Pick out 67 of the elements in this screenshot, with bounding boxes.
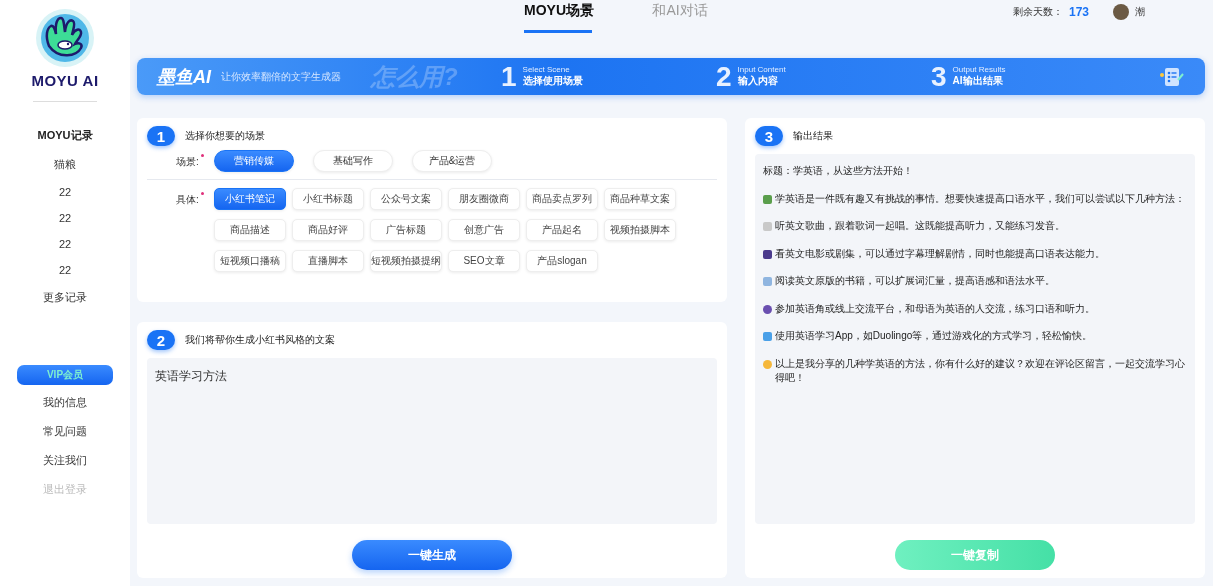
field-label: 具体:	[176, 193, 214, 207]
generate-button[interactable]: 一键生成	[352, 540, 512, 570]
step-title: AI输出结果	[952, 74, 1004, 88]
scene-chip[interactable]: 创意广告	[448, 219, 520, 241]
days-remaining-label: 剩余天数：	[1012, 5, 1063, 19]
scene-chip[interactable]: SEO文章	[448, 250, 520, 272]
step-subtitle: Select Scene	[522, 65, 571, 74]
content-input-field[interactable]: 英语学习方法	[147, 358, 717, 524]
output-paragraph: 以上是我分享的几种学英语的方法，你有什么好的建议？欢迎在评论区留言，一起交流学习心得吧！	[775, 356, 1186, 385]
history-item[interactable]: 22	[58, 264, 72, 276]
step-number: 2	[716, 60, 732, 93]
category-pill[interactable]: 营销传媒	[214, 150, 294, 172]
output-paragraph: 使用英语学习App，如Duolingo等，通过游戏化的方式学习，轻松愉快。	[775, 329, 1093, 343]
scene-chip[interactable]: 产品起名	[526, 219, 598, 241]
history-item[interactable]: 22	[58, 186, 72, 198]
scene-chip[interactable]: 短视频口播稿	[214, 250, 286, 272]
panel-title: 输出结果	[793, 129, 833, 143]
avatar-icon[interactable]	[1113, 4, 1129, 20]
step-subtitle: Output Results	[952, 65, 1006, 74]
category-pill[interactable]: 基础写作	[313, 150, 393, 172]
document-list-icon	[1159, 65, 1185, 88]
hand-fish-logo-icon	[35, 8, 95, 68]
scene-chip[interactable]: 广告标题	[370, 219, 442, 241]
history-item[interactable]: 22	[58, 238, 72, 250]
category-pill[interactable]: 产品&运营	[412, 150, 492, 172]
brand-name: 墨鱼AI	[157, 65, 211, 89]
sidebar-link[interactable]: 关注我们	[43, 453, 87, 468]
step-number: 1	[501, 60, 517, 93]
output-heading: 标题：学英语，从这些方法开始！	[763, 164, 914, 178]
output-paragraph: 阅读英文原版的书籍，可以扩展词汇量，提高语感和语法水平。	[775, 274, 1055, 288]
step-title: 输入内容	[737, 74, 779, 88]
sidebar-link[interactable]: 我的信息	[43, 395, 87, 410]
scene-chip[interactable]: 公众号文案	[370, 188, 442, 210]
scene-chip[interactable]: 朋友圈微商	[448, 188, 520, 210]
step-title: 选择使用场景	[522, 74, 583, 88]
step-number-badge: 2	[147, 330, 175, 350]
step-number: 3	[931, 60, 947, 93]
sidebar-link[interactable]: 常见问题	[43, 424, 87, 439]
output-paragraph: 学英语是一件既有趣又有挑战的事情。想要快速提高口语水平，我们可以尝试以下几种方法：	[775, 191, 1185, 206]
slogan: 让你效率翻倍的文字生成器	[221, 69, 341, 84]
scene-chip[interactable]: 商品好评	[292, 219, 364, 241]
scene-chip[interactable]: 商品描述	[214, 219, 286, 241]
scene-chip[interactable]: 产品slogan	[526, 250, 598, 272]
history-item[interactable]: 猫粮	[54, 157, 76, 172]
history-item[interactable]: 22	[58, 212, 72, 224]
step-subtitle: Input Content	[737, 65, 786, 74]
user-name: 潮	[1135, 5, 1145, 19]
scene-chip[interactable]: 商品卖点罗列	[526, 188, 598, 210]
scene-chip[interactable]: 小红书标题	[292, 188, 364, 210]
output-paragraph: 参加英语角或线上交流平台，和母语为英语的人交流，练习口语和听力。	[775, 301, 1095, 316]
more-records-link[interactable]: 更多记录	[43, 290, 87, 305]
step-number-badge: 1	[147, 126, 175, 146]
field-label: 场景:	[176, 155, 214, 169]
scene-chip[interactable]: 短视频拍摄提纲	[370, 250, 442, 272]
logo-text: MOYU AI	[31, 72, 99, 89]
days-remaining-value: 173	[1068, 5, 1089, 19]
scene-chip[interactable]: 商品种草文案	[604, 188, 676, 210]
step-number-badge: 3	[755, 126, 783, 146]
output-paragraph: 听英文歌曲，跟着歌词一起唱。这既能提高听力，又能练习发音。	[775, 219, 1065, 233]
scene-chip[interactable]: 直播脚本	[292, 250, 364, 272]
nav-tab[interactable]: MOYU场景	[524, 0, 592, 33]
panel-title: 我们将帮你生成小红书风格的文案	[185, 333, 335, 347]
scene-chip[interactable]: 小红书笔记	[214, 188, 286, 210]
history-title: MOYU记录	[37, 128, 93, 143]
scene-chip[interactable]: 视频拍摄脚本	[604, 219, 676, 241]
output-paragraph: 看英文电影或剧集，可以通过字幕理解剧情，同时也能提高口语表达能力。	[775, 246, 1105, 261]
panel-title: 选择你想要的场景	[185, 129, 265, 143]
